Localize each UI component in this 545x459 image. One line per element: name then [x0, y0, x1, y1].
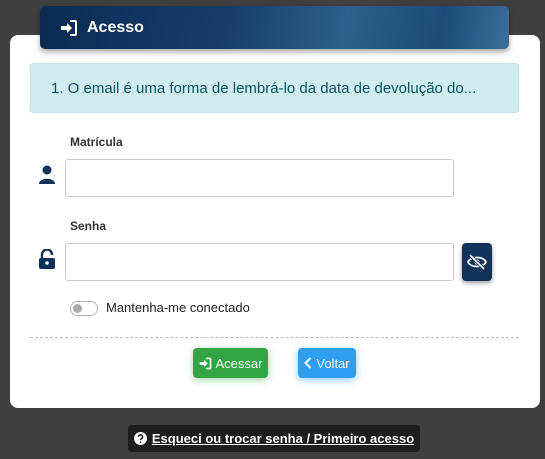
back-button[interactable]: Voltar: [298, 348, 356, 378]
page-title: Acesso: [87, 18, 144, 36]
info-alert: 1. O email é uma forma de lembrá-lo da d…: [30, 63, 519, 113]
login-button[interactable]: Acessar: [193, 348, 268, 378]
senha-input[interactable]: [65, 243, 454, 281]
toggle-password-button[interactable]: [462, 243, 492, 281]
remember-toggle[interactable]: [70, 301, 98, 316]
login-button-label: Acessar: [215, 355, 263, 371]
forgot-password-label: Esqueci ou trocar senha / Primeiro acess…: [151, 431, 415, 446]
sign-in-icon: [60, 19, 78, 37]
forgot-password-link[interactable]: Esqueci ou trocar senha / Primeiro acess…: [128, 425, 420, 452]
login-header: Acesso: [40, 6, 509, 49]
divider: [30, 337, 519, 338]
question-circle-icon: [133, 432, 147, 445]
matricula-input[interactable]: [65, 159, 454, 197]
back-button-label: Voltar: [316, 355, 350, 371]
alert-text: 1. O email é uma forma de lembrá-lo da d…: [51, 79, 477, 97]
senha-label: Senha: [70, 219, 107, 233]
toggle-knob: [73, 304, 82, 313]
matricula-label: Matrícula: [70, 135, 123, 149]
remember-label: Mantenha-me conectado: [106, 300, 250, 315]
sign-in-icon: [199, 357, 212, 370]
chevron-left-icon: [304, 357, 312, 369]
unlock-icon: [38, 249, 56, 269]
user-icon: [38, 165, 56, 185]
eye-slash-icon: [467, 254, 487, 270]
